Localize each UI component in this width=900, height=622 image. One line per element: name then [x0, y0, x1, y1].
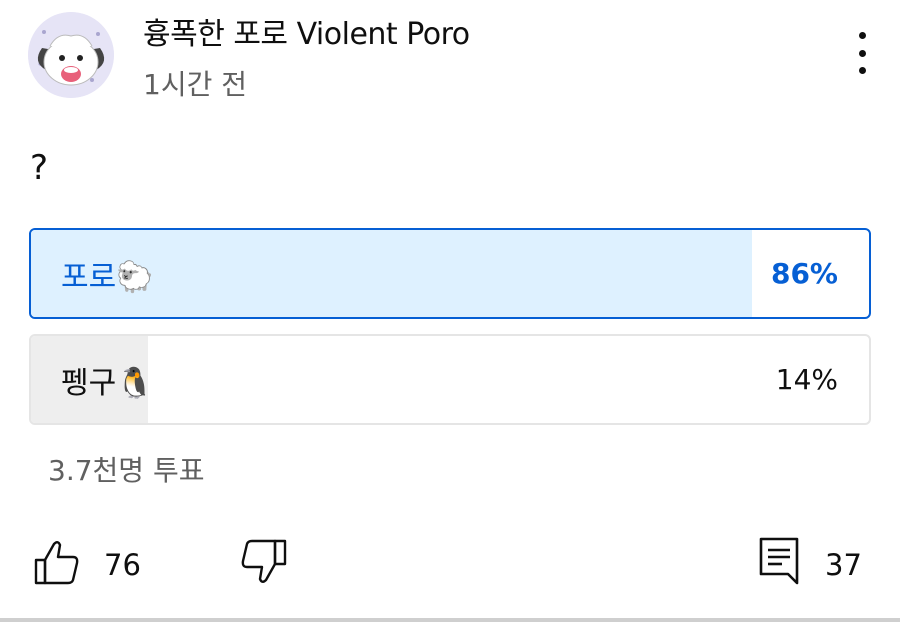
poll-option-percent: 86% [770, 257, 838, 290]
more-vert-icon[interactable] [842, 28, 882, 78]
more-dot [858, 67, 866, 74]
more-dot [858, 49, 866, 57]
like-button[interactable] [34, 538, 80, 586]
comment-button[interactable] [758, 536, 800, 586]
thumbs-down-icon [241, 539, 287, 583]
poro-avatar-icon [28, 12, 114, 98]
poll-option-label: 펭구🐧 [61, 365, 154, 401]
comment-icon [759, 537, 799, 585]
avatar[interactable] [28, 12, 114, 98]
poll-option-1[interactable]: 포로🐑 86% [29, 228, 871, 319]
thumbs-up-icon [34, 541, 79, 585]
more-dot [858, 32, 866, 39]
comment-count: 37 [825, 548, 862, 582]
poll-option-2[interactable]: 펭구🐧 14% [29, 334, 871, 425]
dislike-button[interactable] [240, 538, 288, 586]
divider [0, 618, 900, 622]
like-count: 76 [104, 548, 141, 582]
vote-count: 3.7천명 투표 [48, 454, 205, 487]
poll-option-percent: 14% [775, 363, 838, 396]
post-text: ? [30, 148, 49, 188]
post-time: 1시간 전 [143, 68, 247, 101]
poll-option-label: 포로🐑 [61, 259, 154, 295]
author-name[interactable]: 흉폭한 포로 Violent Poro [143, 9, 470, 53]
